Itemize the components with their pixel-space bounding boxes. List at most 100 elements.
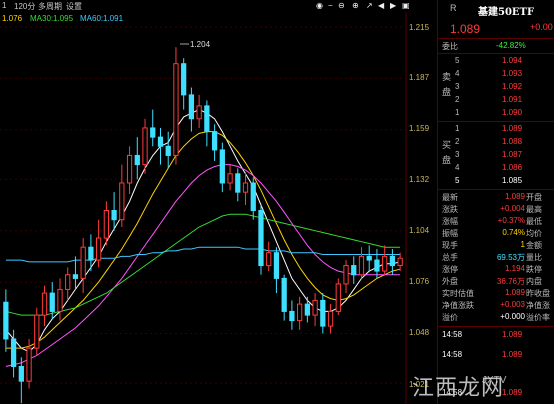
- candle: [72, 256, 79, 290]
- y-tick-label: 1.159: [409, 124, 430, 133]
- webi-row: 委比 -42.82%: [438, 41, 554, 52]
- candle-body: [26, 347, 32, 382]
- candle: [134, 137, 140, 180]
- sell-row-5[interactable]: 5 1.094: [438, 56, 554, 67]
- y-tick-label: 1.104: [409, 226, 430, 235]
- candle-body: [289, 310, 295, 322]
- price-line: 1.089 +0.00: [438, 22, 554, 36]
- candle: [165, 131, 171, 169]
- y-tick-label: 1.215: [409, 23, 430, 32]
- candle-body: [397, 257, 403, 267]
- candle-body: [96, 237, 102, 261]
- candle-body: [320, 299, 326, 327]
- eye-icon[interactable]: ◉: [316, 1, 323, 10]
- stat-row: 实时估值 1.089 昨收盘: [442, 288, 550, 298]
- sell-row-4[interactable]: 4 1.093: [438, 69, 554, 80]
- candle-body: [343, 265, 349, 285]
- candle: [250, 177, 256, 220]
- candle: [34, 307, 40, 356]
- moving-average-lines: [5, 109, 401, 367]
- candle-body: [389, 255, 396, 267]
- candle: [335, 278, 341, 316]
- divider: [438, 53, 554, 54]
- candle-body: [72, 274, 79, 279]
- multi-cycle-button[interactable]: 多周期: [38, 1, 62, 12]
- candle: [351, 256, 357, 284]
- candle: [80, 238, 86, 294]
- kline-chart[interactable]: 1.204: [0, 0, 437, 404]
- arrow-icon[interactable]: ↗: [366, 1, 373, 10]
- ma-line: [5, 164, 401, 367]
- candle: [18, 357, 24, 404]
- candle-body: [80, 246, 86, 279]
- candle: [273, 247, 280, 294]
- stat-row: 外盘 36.76万 内盘: [442, 277, 542, 286]
- candle: [188, 87, 195, 132]
- candle-body: [219, 149, 225, 184]
- sell-row-3[interactable]: 3 1.092: [438, 82, 554, 93]
- ma-partial-value: 1.076: [2, 14, 23, 23]
- candle-body: [181, 63, 187, 96]
- divider: [438, 38, 554, 39]
- right-arrow-icon[interactable]: ▶: [390, 1, 396, 10]
- zoom-out-icon[interactable]: ⊖: [338, 1, 345, 10]
- stat-row: 最新 1.089 开盘: [442, 192, 542, 202]
- candle-body: [142, 127, 148, 166]
- ma60-value: 1.091: [103, 14, 124, 23]
- candle: [65, 267, 71, 301]
- candle-body: [188, 94, 195, 120]
- maximize-icon[interactable]: ▣: [402, 1, 410, 10]
- buy-row-2[interactable]: 2 1.088: [438, 137, 554, 148]
- candle-body: [258, 210, 264, 267]
- candle-body: [281, 277, 287, 312]
- candle-body: [304, 303, 310, 316]
- change-partial: +0.00: [530, 22, 553, 32]
- divider: [438, 326, 554, 327]
- candle-body: [335, 283, 341, 312]
- candle: [41, 285, 48, 327]
- candle: [343, 260, 349, 294]
- quote-header: R 基建50ETF: [438, 3, 554, 18]
- candle-body: [49, 292, 55, 312]
- last-price: 1.089: [450, 22, 481, 36]
- stat-row: 净值涨跌 +0.003 净值涨: [442, 300, 550, 310]
- candle: [374, 249, 380, 279]
- buy-row-3[interactable]: 3 1.087: [438, 150, 554, 161]
- candle: [235, 168, 241, 202]
- candle-body: [18, 365, 24, 382]
- candle-body: [3, 301, 9, 340]
- candle: [157, 127, 164, 165]
- stat-row: 涨停 1.194 跌停: [442, 264, 542, 274]
- candle-body: [196, 105, 202, 120]
- period-selector[interactable]: 120分: [14, 1, 35, 12]
- watermark-sub: JXTV: [482, 375, 507, 386]
- stat-row: 溢价 +0.000 溢价率: [442, 312, 550, 322]
- candle-body: [173, 63, 179, 156]
- stat-row: 现手 1 金额: [442, 240, 542, 250]
- candle: [227, 164, 233, 191]
- tick-row: 14:58 1.089: [442, 330, 523, 339]
- divider: [438, 121, 554, 122]
- candle: [297, 296, 303, 330]
- quote-panel: R 基建50ETF 1.089 +0.00 委比 -42.82% 卖盘 5 1.0…: [437, 0, 554, 404]
- candle-body: [88, 246, 94, 261]
- y-tick-label: 1.048: [409, 328, 430, 337]
- sell-row-2[interactable]: 2 1.091: [438, 95, 554, 106]
- buy-row-4[interactable]: 4 1.086: [438, 163, 554, 174]
- left-arrow-icon[interactable]: ◀: [378, 1, 384, 10]
- candle-body: [374, 259, 380, 272]
- candle-body: [134, 154, 140, 166]
- candle: [358, 247, 365, 279]
- minus-icon[interactable]: −: [328, 1, 333, 10]
- stat-row: 涨幅 +0.37% 最低: [442, 216, 542, 226]
- zoom-in-icon[interactable]: ⊕: [352, 1, 359, 10]
- buy-row-1[interactable]: 1 1.089: [438, 124, 554, 135]
- divider: [438, 189, 554, 190]
- candle-body: [204, 105, 210, 133]
- candle-body: [65, 274, 71, 290]
- candle-body: [57, 288, 63, 312]
- settings-button[interactable]: 设置: [66, 1, 82, 12]
- sell-row-1[interactable]: 1 1.090: [438, 108, 554, 119]
- buy-row-5[interactable]: 5 1.085: [438, 176, 554, 187]
- candle-body: [111, 210, 117, 221]
